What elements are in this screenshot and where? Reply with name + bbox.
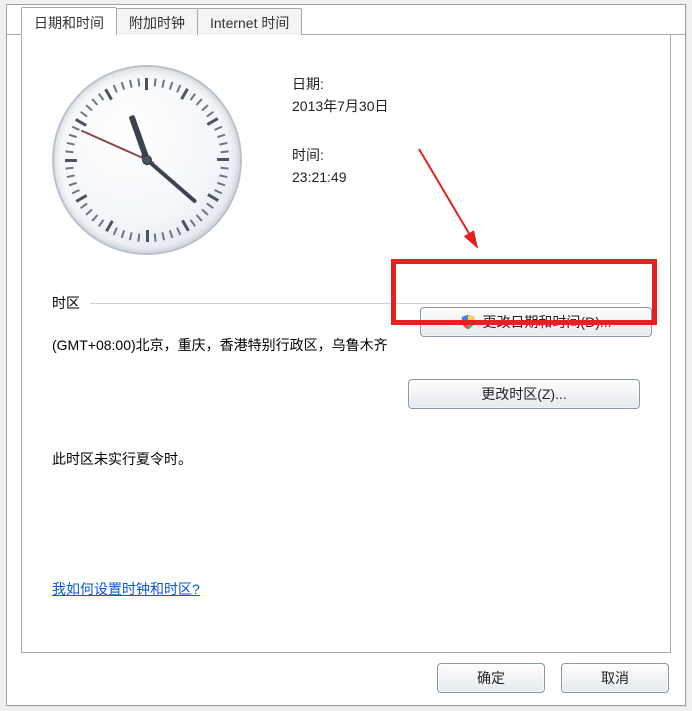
timezone-section-title: 时区 [52,293,80,313]
change-timezone-label: 更改时区(Z)... [481,384,567,404]
ok-button[interactable]: 确定 [437,663,545,693]
tab-pane-datetime: 日期: 2013年7月30日 时间: 23:21:49 更改日期和时间(D) [21,35,671,653]
current-timezone: (GMT+08:00)北京，重庆，香港特别行政区，乌鲁木齐 [52,335,640,355]
tab-internet-time[interactable]: Internet 时间 [197,8,302,35]
time-value: 23:21:49 [292,166,389,188]
dialog-footer: 确定 取消 [437,663,669,693]
tab-strip: 日期和时间 附加时钟 Internet 时间 [7,5,685,35]
uac-shield-icon [460,314,476,330]
help-link[interactable]: 我如何设置时钟和时区? [52,581,200,597]
divider [90,303,640,304]
datetime-control-panel: 日期和时间 附加时钟 Internet 时间 日期: 2013年7月30日 时间… [6,4,686,706]
cancel-button[interactable]: 取消 [561,663,669,693]
change-date-time-button[interactable]: 更改日期和时间(D)... [420,307,652,337]
time-label: 时间: [292,144,389,166]
change-timezone-button[interactable]: 更改时区(Z)... [408,379,640,409]
date-value: 2013年7月30日 [292,95,389,117]
tab-additional-clocks[interactable]: 附加时钟 [116,8,198,35]
date-label: 日期: [292,73,389,95]
analog-clock [52,65,252,265]
dst-note: 此时区未实行夏令时。 [52,449,640,469]
change-date-time-label: 更改日期和时间(D)... [482,312,611,332]
tab-datetime[interactable]: 日期和时间 [21,7,117,35]
